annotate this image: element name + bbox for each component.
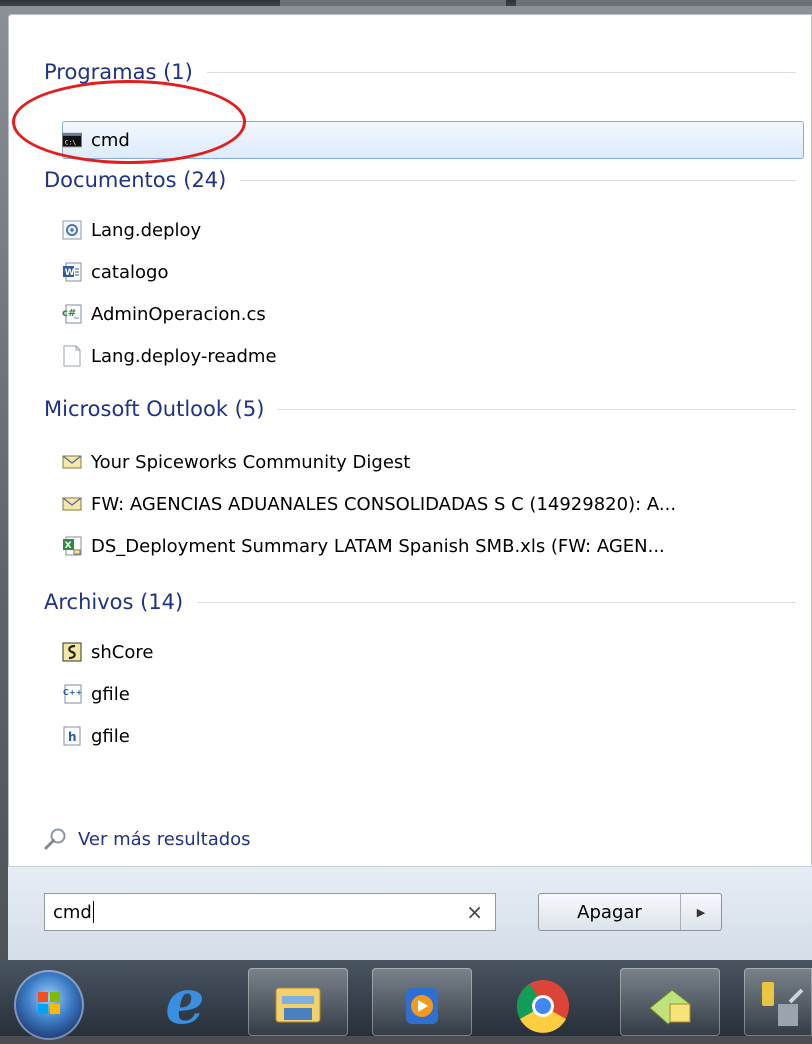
script-file-icon — [62, 642, 82, 662]
section-header-files[interactable]: Archivos (14) — [44, 588, 804, 616]
chrome-icon[interactable] — [508, 970, 578, 1036]
result-item-gfile-h[interactable]: h gfile — [62, 718, 130, 754]
result-item-label: catalogo — [91, 261, 169, 283]
file-explorer-icon[interactable] — [248, 968, 348, 1036]
search-bar-area: cmd × Apagar ▶ — [8, 866, 812, 961]
result-item-label: gfile — [91, 725, 130, 747]
search-input[interactable]: cmd × — [44, 893, 496, 931]
result-item-label: DS_Deployment Summary LATAM Spanish SMB.… — [91, 535, 665, 557]
result-item-label: Lang.deploy — [91, 219, 202, 241]
media-player-icon[interactable] — [372, 968, 472, 1036]
search-icon — [44, 827, 68, 851]
result-item-email[interactable]: Your Spiceworks Community Digest — [62, 444, 410, 480]
word-document-icon: W — [62, 262, 82, 282]
result-item-lang-deploy-readme[interactable]: Lang.deploy-readme — [62, 338, 277, 374]
header-file-icon: h — [62, 726, 82, 746]
result-item-gfile-cpp[interactable]: C++ gfile — [62, 676, 130, 712]
result-item-label: Lang.deploy-readme — [91, 345, 277, 367]
csharp-file-icon: c# — [62, 304, 82, 324]
excel-attachment-icon: X — [62, 536, 82, 556]
email-icon — [62, 494, 82, 514]
section-header-label: Archivos (14) — [44, 590, 184, 614]
chevron-right-icon: ▶ — [696, 905, 706, 919]
svg-text:h: h — [68, 730, 77, 744]
text-file-icon — [62, 345, 82, 367]
see-more-label: Ver más resultados — [78, 828, 251, 850]
shutdown-options-button[interactable]: ▶ — [680, 894, 721, 930]
result-item-label: Your Spiceworks Community Digest — [91, 451, 411, 473]
result-item-label: shCore — [91, 641, 154, 663]
shutdown-button-group: Apagar ▶ — [538, 893, 722, 931]
clear-search-icon[interactable]: × — [466, 900, 483, 924]
app-icon[interactable] — [620, 968, 720, 1036]
shutdown-button[interactable]: Apagar — [539, 894, 680, 930]
result-item-email[interactable]: FW: AGENCIAS ADUANALES CONSOLIDADAS S C … — [62, 486, 676, 522]
result-item-label: gfile — [91, 683, 130, 705]
section-header-documents[interactable]: Documentos (24) — [44, 166, 804, 194]
section-header-outlook[interactable]: Microsoft Outlook (5) — [44, 395, 804, 423]
section-header-label: Microsoft Outlook (5) — [44, 397, 265, 421]
svg-text:c#: c# — [62, 308, 76, 319]
result-item-attachment[interactable]: X DS_Deployment Summary LATAM Spanish SM… — [62, 528, 665, 564]
taskbar: e — [0, 960, 812, 1040]
annotation-red-circle — [12, 80, 246, 164]
svg-text:X: X — [65, 541, 72, 551]
svg-text:C++: C++ — [63, 688, 82, 697]
result-item-adminoperacion[interactable]: c# AdminOperacion.cs — [62, 296, 266, 332]
start-orb-icon[interactable] — [14, 970, 84, 1040]
search-input-value: cmd — [53, 901, 92, 923]
result-item-catalogo[interactable]: W catalogo — [62, 254, 168, 290]
shutdown-label: Apagar — [577, 901, 642, 923]
tools-icon[interactable] — [744, 968, 812, 1036]
result-item-lang-deploy[interactable]: Lang.deploy — [62, 212, 201, 248]
result-item-shcore[interactable]: shCore — [62, 634, 153, 670]
section-header-label: Documentos (24) — [44, 168, 227, 192]
text-caret — [92, 901, 94, 923]
svg-text:W: W — [65, 268, 75, 278]
result-item-label: AdminOperacion.cs — [91, 303, 266, 325]
result-item-label: FW: AGENCIAS ADUANALES CONSOLIDADAS S C … — [91, 493, 677, 515]
internet-explorer-icon[interactable]: e — [140, 968, 230, 1036]
email-icon — [62, 452, 82, 472]
cpp-file-icon: C++ — [62, 684, 82, 704]
see-more-results-link[interactable]: Ver más resultados — [44, 822, 251, 856]
deploy-file-icon — [62, 220, 82, 240]
